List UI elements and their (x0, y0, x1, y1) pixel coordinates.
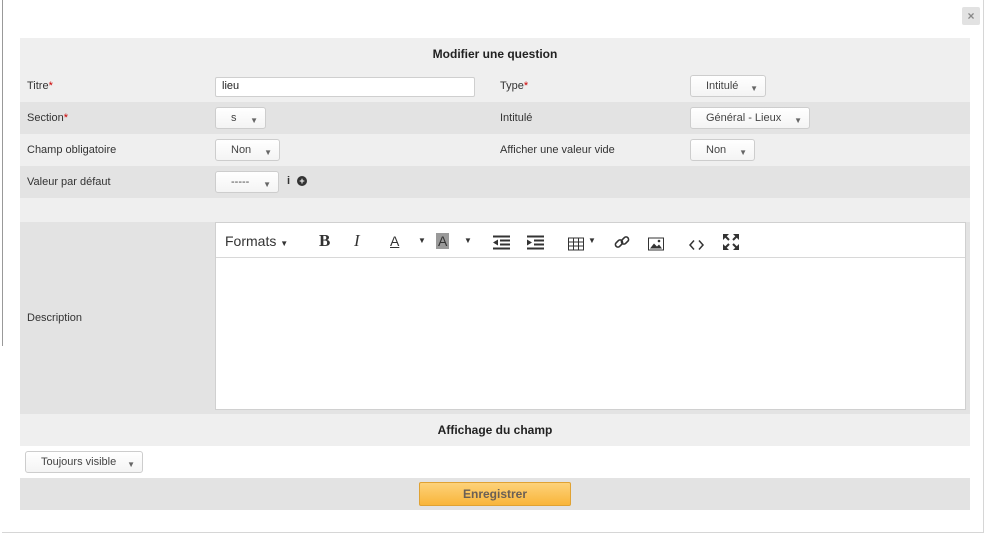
affichage-select[interactable]: Toujours visible ▼ (25, 451, 143, 473)
valeur-defaut-label: Valeur par défaut (27, 176, 111, 188)
close-icon: × (967, 9, 975, 23)
row-description: Description Formats ▼ B I A ▼ A ▼ ▼ (20, 222, 970, 414)
row-titre-type: Titre* lieu Type* Intitulé ▼ (20, 70, 970, 102)
section-select[interactable]: s ▼ (215, 107, 266, 129)
description-label: Description (27, 312, 83, 324)
row-section-intitule: Section* s ▼ Intitulé Général - Lieux ▼ (20, 102, 970, 134)
background-color-button[interactable]: A (436, 233, 450, 249)
question-form: Modifier une question Titre* lieu Type* … (20, 38, 970, 510)
titre-label: Titre* (27, 80, 53, 92)
fullscreen-icon[interactable] (723, 232, 739, 252)
chevron-down-icon: ▼ (750, 84, 758, 93)
bg-color-caret-icon[interactable]: ▼ (464, 231, 472, 251)
titre-input[interactable]: lieu (215, 77, 475, 97)
type-label: Type* (500, 80, 529, 92)
chevron-down-icon: ▼ (794, 116, 802, 125)
spacer-row (20, 198, 970, 222)
table-caret-icon[interactable]: ▼ (588, 231, 596, 251)
formats-dropdown[interactable]: Formats ▼ (225, 231, 288, 251)
italic-button[interactable]: I (354, 231, 360, 251)
bold-button[interactable]: B (319, 231, 330, 251)
valeur-vide-label: Afficher une valeur vide (500, 144, 615, 156)
intitule-label: Intitulé (500, 112, 533, 124)
chevron-down-icon: ▼ (280, 239, 289, 248)
close-button[interactable]: × (962, 7, 980, 25)
chevron-down-icon: ▼ (250, 116, 258, 125)
link-icon[interactable] (614, 232, 630, 252)
intitule-select[interactable]: Général - Lieux ▼ (690, 107, 810, 129)
indent-icon[interactable] (527, 233, 544, 253)
row-affichage: Toujours visible ▼ (20, 446, 970, 478)
row-obligatoire: Champ obligatoire Non ▼ Afficher une vale… (20, 134, 970, 166)
save-button[interactable]: Enregistrer (419, 482, 571, 506)
champ-obligatoire-label: Champ obligatoire (27, 144, 117, 156)
chevron-down-icon: ▼ (127, 460, 135, 469)
row-submit: Enregistrer (20, 478, 970, 510)
section-label: Section* (27, 112, 68, 124)
valeur-vide-select[interactable]: Non ▼ (690, 139, 755, 161)
editor-toolbar: Formats ▼ B I A ▼ A ▼ ▼ (216, 223, 965, 258)
text-color-caret-icon[interactable]: ▼ (418, 231, 426, 251)
affichage-title: Affichage du champ (20, 414, 970, 446)
add-icon[interactable]: + (297, 176, 307, 186)
outdent-icon[interactable] (493, 233, 510, 253)
chevron-down-icon: ▼ (263, 180, 271, 189)
chevron-down-icon: ▼ (264, 148, 272, 157)
type-select[interactable]: Intitulé ▼ (690, 75, 766, 97)
table-icon[interactable] (568, 234, 584, 254)
champ-obligatoire-select[interactable]: Non ▼ (215, 139, 280, 161)
dialog-edge (2, 0, 3, 346)
info-icon[interactable]: i (287, 175, 290, 187)
image-icon[interactable] (648, 234, 664, 254)
valeur-defaut-select[interactable]: ----- ▼ (215, 171, 279, 193)
row-valeur-defaut: Valeur par défaut ----- ▼ i + (20, 166, 970, 198)
description-editor-body[interactable] (216, 258, 965, 409)
text-color-button[interactable]: A (390, 231, 399, 251)
chevron-down-icon: ▼ (739, 148, 747, 157)
edit-question-dialog: × Modifier une question Titre* lieu Type… (2, 0, 984, 533)
code-icon[interactable] (689, 235, 704, 255)
form-title: Modifier une question (20, 38, 970, 70)
description-editor: Formats ▼ B I A ▼ A ▼ ▼ (215, 222, 966, 410)
